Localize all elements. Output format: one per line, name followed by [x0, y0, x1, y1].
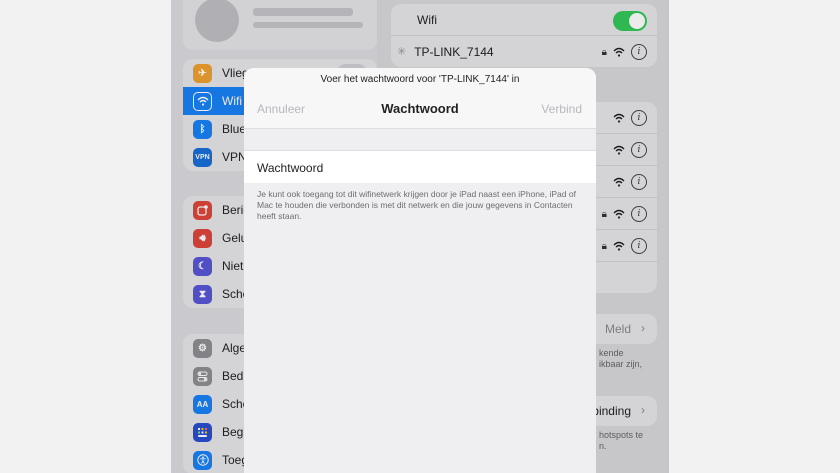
password-sheet: Voer het wachtwoord voor 'TP-LINK_7144' …: [244, 68, 596, 473]
sheet-header: Voer het wachtwoord voor 'TP-LINK_7144' …: [244, 68, 596, 128]
connect-button[interactable]: Verbind: [541, 102, 582, 116]
password-prompt: Voer het wachtwoord voor 'TP-LINK_7144' …: [320, 74, 520, 85]
password-field[interactable]: Wachtwoord: [244, 150, 596, 184]
sheet-footer: Je kunt ook toegang tot dit wifinetwerk …: [244, 183, 596, 473]
password-sharing-note: Je kunt ook toegang tot dit wifinetwerk …: [257, 189, 576, 221]
sheet-separator: [244, 128, 596, 151]
password-field-label: Wachtwoord: [257, 161, 324, 175]
